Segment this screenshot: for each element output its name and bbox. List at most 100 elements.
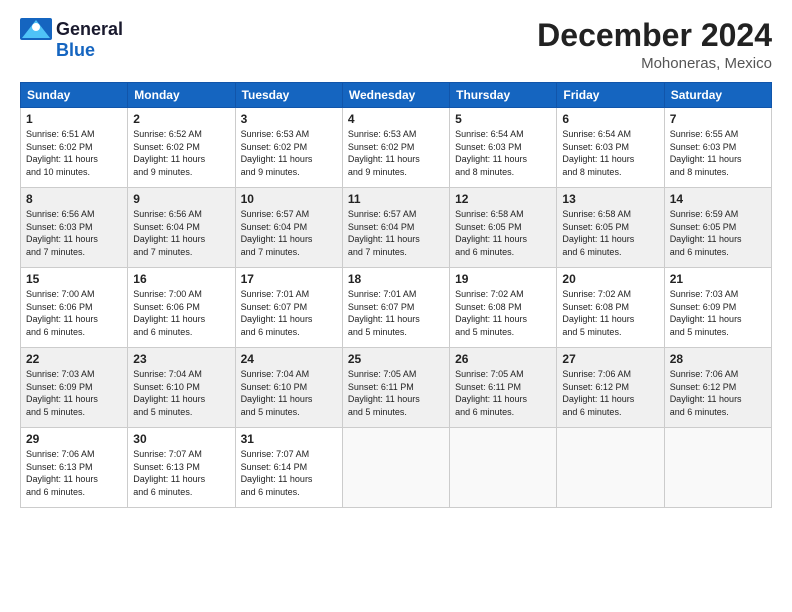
day-info: Sunrise: 6:56 AMSunset: 6:04 PMDaylight:…	[133, 209, 205, 257]
day-number: 4	[348, 112, 444, 126]
day-number: 19	[455, 272, 551, 286]
calendar: Sunday Monday Tuesday Wednesday Thursday…	[20, 82, 772, 508]
day-info: Sunrise: 7:03 AMSunset: 6:09 PMDaylight:…	[670, 289, 742, 337]
day-info: Sunrise: 7:07 AMSunset: 6:14 PMDaylight:…	[241, 449, 313, 497]
day-number: 2	[133, 112, 229, 126]
day-info: Sunrise: 7:05 AMSunset: 6:11 PMDaylight:…	[348, 369, 420, 417]
day-number: 23	[133, 352, 229, 366]
table-cell: 22 Sunrise: 7:03 AMSunset: 6:09 PMDaylig…	[21, 348, 128, 428]
day-number: 11	[348, 192, 444, 206]
day-info: Sunrise: 6:58 AMSunset: 6:05 PMDaylight:…	[455, 209, 527, 257]
table-cell: 29 Sunrise: 7:06 AMSunset: 6:13 PMDaylig…	[21, 428, 128, 508]
day-info: Sunrise: 7:06 AMSunset: 6:13 PMDaylight:…	[26, 449, 98, 497]
logo-icon	[20, 18, 52, 40]
day-info: Sunrise: 7:07 AMSunset: 6:13 PMDaylight:…	[133, 449, 205, 497]
month-title: December 2024	[537, 18, 772, 53]
day-info: Sunrise: 6:57 AMSunset: 6:04 PMDaylight:…	[241, 209, 313, 257]
calendar-row-2: 8 Sunrise: 6:56 AMSunset: 6:03 PMDayligh…	[21, 188, 772, 268]
table-cell: 31 Sunrise: 7:07 AMSunset: 6:14 PMDaylig…	[235, 428, 342, 508]
location: Mohoneras, Mexico	[537, 55, 772, 72]
day-info: Sunrise: 7:00 AMSunset: 6:06 PMDaylight:…	[133, 289, 205, 337]
table-cell: 24 Sunrise: 7:04 AMSunset: 6:10 PMDaylig…	[235, 348, 342, 428]
title-block: December 2024 Mohoneras, Mexico	[537, 18, 772, 72]
day-info: Sunrise: 6:54 AMSunset: 6:03 PMDaylight:…	[455, 129, 527, 177]
table-cell: 9 Sunrise: 6:56 AMSunset: 6:04 PMDayligh…	[128, 188, 235, 268]
day-info: Sunrise: 6:54 AMSunset: 6:03 PMDaylight:…	[562, 129, 634, 177]
day-info: Sunrise: 7:02 AMSunset: 6:08 PMDaylight:…	[455, 289, 527, 337]
col-thursday: Thursday	[450, 83, 557, 108]
col-sunday: Sunday	[21, 83, 128, 108]
day-number: 8	[26, 192, 122, 206]
calendar-row-5: 29 Sunrise: 7:06 AMSunset: 6:13 PMDaylig…	[21, 428, 772, 508]
day-number: 7	[670, 112, 766, 126]
header: General Blue December 2024 Mohoneras, Me…	[20, 18, 772, 72]
day-info: Sunrise: 7:00 AMSunset: 6:06 PMDaylight:…	[26, 289, 98, 337]
calendar-header-row: Sunday Monday Tuesday Wednesday Thursday…	[21, 83, 772, 108]
table-cell: 27 Sunrise: 7:06 AMSunset: 6:12 PMDaylig…	[557, 348, 664, 428]
table-cell	[664, 428, 771, 508]
table-cell: 4 Sunrise: 6:53 AMSunset: 6:02 PMDayligh…	[342, 108, 449, 188]
table-cell: 26 Sunrise: 7:05 AMSunset: 6:11 PMDaylig…	[450, 348, 557, 428]
calendar-row-3: 15 Sunrise: 7:00 AMSunset: 6:06 PMDaylig…	[21, 268, 772, 348]
day-info: Sunrise: 6:53 AMSunset: 6:02 PMDaylight:…	[241, 129, 313, 177]
table-cell: 7 Sunrise: 6:55 AMSunset: 6:03 PMDayligh…	[664, 108, 771, 188]
day-number: 14	[670, 192, 766, 206]
day-number: 18	[348, 272, 444, 286]
table-cell: 5 Sunrise: 6:54 AMSunset: 6:03 PMDayligh…	[450, 108, 557, 188]
table-cell: 8 Sunrise: 6:56 AMSunset: 6:03 PMDayligh…	[21, 188, 128, 268]
day-info: Sunrise: 6:57 AMSunset: 6:04 PMDaylight:…	[348, 209, 420, 257]
day-number: 27	[562, 352, 658, 366]
table-cell: 14 Sunrise: 6:59 AMSunset: 6:05 PMDaylig…	[664, 188, 771, 268]
day-number: 24	[241, 352, 337, 366]
day-number: 21	[670, 272, 766, 286]
day-number: 9	[133, 192, 229, 206]
day-number: 31	[241, 432, 337, 446]
col-monday: Monday	[128, 83, 235, 108]
day-number: 16	[133, 272, 229, 286]
col-friday: Friday	[557, 83, 664, 108]
table-cell: 12 Sunrise: 6:58 AMSunset: 6:05 PMDaylig…	[450, 188, 557, 268]
day-number: 20	[562, 272, 658, 286]
day-info: Sunrise: 7:06 AMSunset: 6:12 PMDaylight:…	[670, 369, 742, 417]
table-cell: 21 Sunrise: 7:03 AMSunset: 6:09 PMDaylig…	[664, 268, 771, 348]
day-info: Sunrise: 7:04 AMSunset: 6:10 PMDaylight:…	[133, 369, 205, 417]
day-number: 30	[133, 432, 229, 446]
day-number: 15	[26, 272, 122, 286]
day-number: 3	[241, 112, 337, 126]
day-number: 12	[455, 192, 551, 206]
table-cell: 25 Sunrise: 7:05 AMSunset: 6:11 PMDaylig…	[342, 348, 449, 428]
day-info: Sunrise: 7:03 AMSunset: 6:09 PMDaylight:…	[26, 369, 98, 417]
day-info: Sunrise: 7:04 AMSunset: 6:10 PMDaylight:…	[241, 369, 313, 417]
table-cell: 3 Sunrise: 6:53 AMSunset: 6:02 PMDayligh…	[235, 108, 342, 188]
day-info: Sunrise: 7:06 AMSunset: 6:12 PMDaylight:…	[562, 369, 634, 417]
day-info: Sunrise: 6:58 AMSunset: 6:05 PMDaylight:…	[562, 209, 634, 257]
table-cell	[342, 428, 449, 508]
table-cell: 30 Sunrise: 7:07 AMSunset: 6:13 PMDaylig…	[128, 428, 235, 508]
col-tuesday: Tuesday	[235, 83, 342, 108]
day-number: 22	[26, 352, 122, 366]
table-cell: 16 Sunrise: 7:00 AMSunset: 6:06 PMDaylig…	[128, 268, 235, 348]
table-cell: 2 Sunrise: 6:52 AMSunset: 6:02 PMDayligh…	[128, 108, 235, 188]
table-cell	[450, 428, 557, 508]
day-number: 29	[26, 432, 122, 446]
table-cell: 13 Sunrise: 6:58 AMSunset: 6:05 PMDaylig…	[557, 188, 664, 268]
day-number: 10	[241, 192, 337, 206]
logo-blue: Blue	[56, 40, 95, 61]
col-wednesday: Wednesday	[342, 83, 449, 108]
calendar-row-4: 22 Sunrise: 7:03 AMSunset: 6:09 PMDaylig…	[21, 348, 772, 428]
day-number: 13	[562, 192, 658, 206]
day-number: 6	[562, 112, 658, 126]
col-saturday: Saturday	[664, 83, 771, 108]
day-number: 5	[455, 112, 551, 126]
day-info: Sunrise: 7:01 AMSunset: 6:07 PMDaylight:…	[348, 289, 420, 337]
day-info: Sunrise: 6:56 AMSunset: 6:03 PMDaylight:…	[26, 209, 98, 257]
table-cell: 20 Sunrise: 7:02 AMSunset: 6:08 PMDaylig…	[557, 268, 664, 348]
logo: General Blue	[20, 18, 123, 61]
logo-general: General	[56, 19, 123, 40]
table-cell: 23 Sunrise: 7:04 AMSunset: 6:10 PMDaylig…	[128, 348, 235, 428]
day-info: Sunrise: 7:01 AMSunset: 6:07 PMDaylight:…	[241, 289, 313, 337]
table-cell: 11 Sunrise: 6:57 AMSunset: 6:04 PMDaylig…	[342, 188, 449, 268]
table-cell: 10 Sunrise: 6:57 AMSunset: 6:04 PMDaylig…	[235, 188, 342, 268]
page: General Blue December 2024 Mohoneras, Me…	[0, 0, 792, 612]
day-info: Sunrise: 7:05 AMSunset: 6:11 PMDaylight:…	[455, 369, 527, 417]
